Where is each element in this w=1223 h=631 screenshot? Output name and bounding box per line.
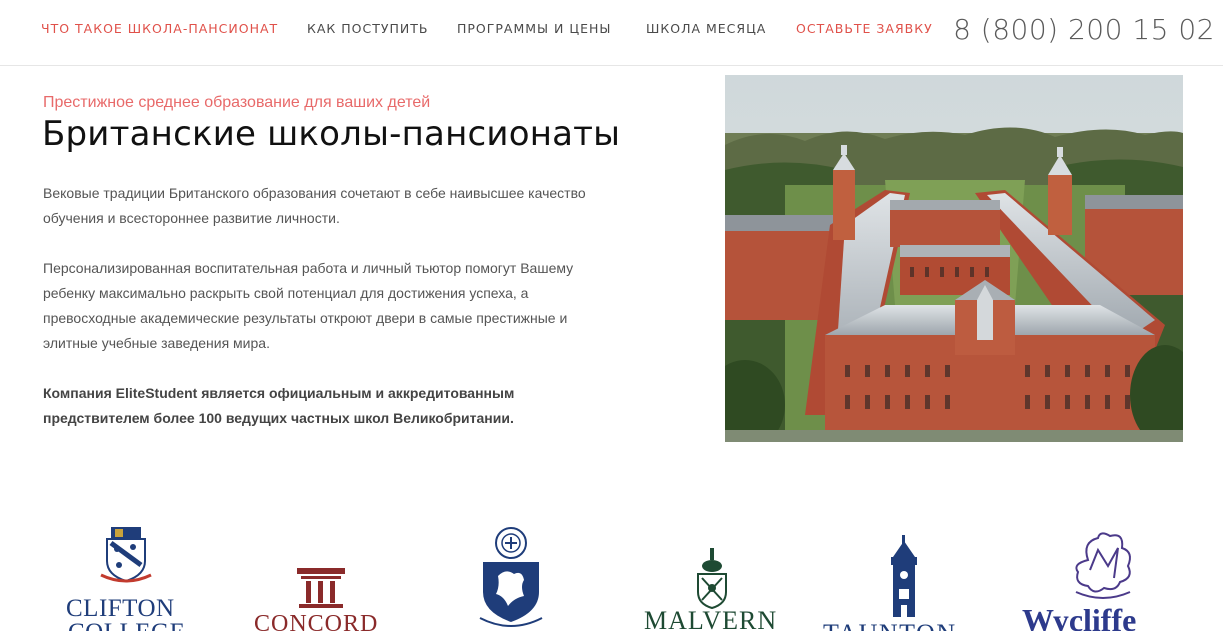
tower-icon [891,535,917,617]
nav-item-school-of-month[interactable]: ШКОЛА МЕСЯЦА [646,21,766,36]
nav-item-programs-and-prices[interactable]: ПРОГРАММЫ И ЦЕНЫ [457,21,611,36]
hero-paragraph-tutor: Персонализированная воспитательная работ… [43,260,574,351]
hero-paragraph-company: Компания EliteStudent является официальн… [43,385,515,426]
phone-number-link[interactable]: 8 (800) 200 15 02 [953,13,1215,46]
logo-malvern-name: MALVERN [644,606,778,631]
logo-clifton-college[interactable]: CLIFTON COLLEGE [66,525,186,631]
logo-malvern[interactable]: MALVERN [644,548,780,631]
logo-clifton-name-2: COLLEGE [68,619,185,631]
school-aerial-photo [725,75,1183,442]
logo-taunton[interactable]: TAUNTON [823,535,985,631]
logo-shield-school[interactable] [478,526,544,631]
logo-concord[interactable]: CONCORD [254,565,388,631]
logo-wycliffe[interactable]: Wycliffe [1022,530,1182,631]
logo-wycliffe-name: Wycliffe [1022,602,1137,631]
crest-icon [697,548,727,610]
logo-concord-name: CONCORD [254,611,379,631]
nav-item-what-is-boarding-school[interactable]: ЧТО ТАКОЕ ШКОЛА-ПАНСИОНАТ [41,21,278,36]
hero-paragraph-tradition: Вековые традиции Британского образования… [43,185,586,226]
page-title: Британские школы-пансионаты [42,114,621,154]
top-navigation-bar: ЧТО ТАКОЕ ШКОЛА-ПАНСИОНАТ КАК ПОСТУПИТЬ … [0,0,1223,66]
logo-taunton-name: TAUNTON [823,619,957,631]
crest-icon [100,527,152,583]
nav-item-how-to-apply[interactable]: КАК ПОСТУПИТЬ [307,21,428,36]
shield-lion-icon [479,527,543,627]
nav-item-leave-request[interactable]: ОСТАВЬТЕ ЗАЯВКУ [796,21,933,36]
griffin-icon [1075,532,1131,599]
hero-kicker: Престижное среднее образование для ваших… [43,94,431,111]
columns-icon [297,568,345,608]
